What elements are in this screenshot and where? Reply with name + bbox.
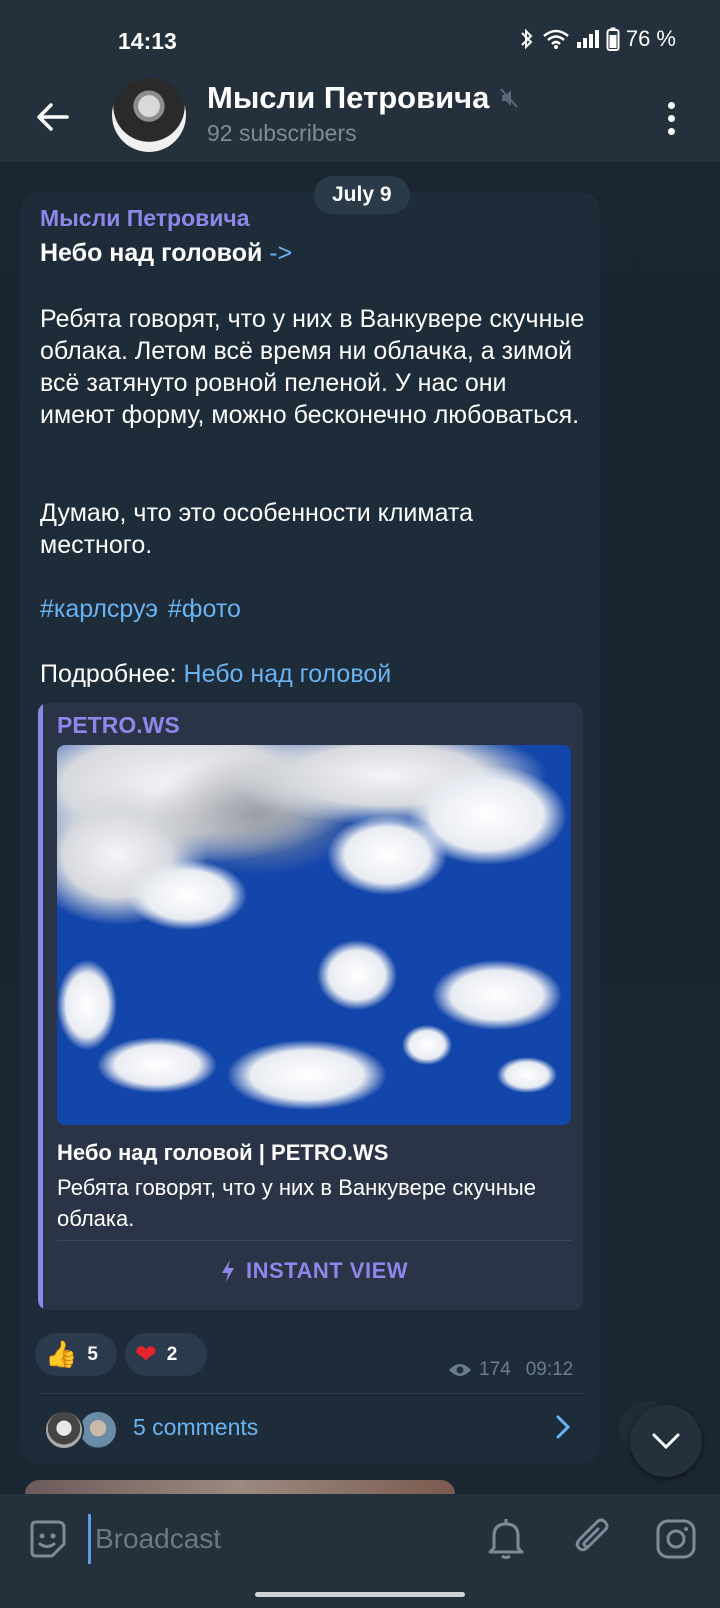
post-paragraph-2: Думаю, что это особенности климата местн… [40,499,473,559]
comments-button[interactable]: 5 comments [40,1404,585,1454]
camera-button[interactable] [655,1518,697,1565]
channel-title[interactable]: Мысли Петровича [207,80,519,116]
link-preview[interactable]: PETRO.WS Небо над головой | PETRO.WS Реб… [38,703,583,1310]
reaction-heart[interactable]: ❤ 2 [125,1333,207,1376]
thumbs-up-icon: 👍 [45,1339,78,1369]
preview-accent-bar [38,703,43,1310]
instant-view-label: INSTANT VIEW [245,1258,409,1283]
preview-divider [57,1240,571,1241]
battery-icon [606,27,620,51]
preview-title: Небо над головой | PETRO.WS [57,1140,389,1165]
chevron-down-icon [652,1433,680,1450]
post-title-arrow[interactable]: -> [269,239,292,267]
message-meta: 174 09:12 [448,1359,573,1381]
hashtags: #карлсруэ #фото [40,595,241,624]
sticker-button[interactable] [26,1518,68,1565]
more-menu-button[interactable] [656,96,686,140]
post-title: Небо над головой -> [40,239,292,268]
more-prefix: Подробнее: [40,660,184,688]
comments-label: 5 comments [133,1414,259,1440]
composer-bar [0,1494,720,1608]
next-message-preview[interactable] [25,1480,455,1494]
reaction-count: 2 [166,1343,178,1365]
status-time: 14:13 [118,28,177,54]
commenter-avatar [44,1410,84,1450]
subscriber-count: 92 subscribers [207,120,357,146]
hashtag-link[interactable]: #карлсруэ [40,595,158,624]
post-paragraph-1: Ребята говорят, что у них в Ванкувере ск… [40,305,585,429]
home-indicator[interactable] [255,1592,465,1597]
hashtag-link[interactable]: #фото [168,595,241,624]
attach-button[interactable] [573,1516,613,1565]
channel-title-text: Мысли Петровича [207,80,490,115]
reaction-count: 5 [87,1343,98,1365]
message-author[interactable]: Мысли Петровича [40,205,250,232]
date-pill: July 9 [314,176,410,214]
wifi-icon [543,29,569,49]
article-link[interactable]: Небо над головой [184,660,392,688]
preview-site-name: PETRO.WS [57,712,180,738]
message-time: 09:12 [525,1359,574,1380]
comments-divider [40,1393,585,1394]
status-icons: 76 % [518,26,676,52]
paperclip-icon [575,1518,609,1552]
back-button[interactable] [28,92,78,142]
bell-icon [488,1519,524,1559]
preview-photo[interactable] [57,745,571,1125]
sky-clouds-image [57,745,571,1125]
instant-view-button[interactable]: INSTANT VIEW [57,1243,571,1299]
reaction-thumbs-up[interactable]: 👍 5 [35,1333,117,1376]
heart-icon: ❤ [135,1339,157,1369]
chat-header: Мысли Петровича 92 subscribers [0,72,720,162]
arrow-left-icon [37,103,69,131]
more-line: Подробнее: Небо над головой [40,660,391,689]
battery-percent: 76 % [625,26,676,51]
notification-toggle-button[interactable] [487,1516,525,1565]
chevron-right-icon [556,1415,571,1439]
eye-icon [449,1364,471,1376]
view-count: 174 [479,1359,511,1380]
bluetooth-icon [521,28,533,50]
lightning-icon [221,1260,234,1282]
signal-icon [576,30,599,48]
sticker-icon [30,1520,66,1558]
scroll-to-bottom-button[interactable] [630,1405,702,1477]
preview-description: Ребята говорят, что у них в Ванкувере ск… [57,1175,536,1231]
broadcast-input[interactable] [88,1514,448,1564]
camera-icon [656,1519,696,1559]
commenter-avatar [78,1410,118,1450]
post-title-text: Небо над головой [40,239,263,267]
channel-avatar[interactable] [112,78,186,152]
status-bar: 14:13 76 % [0,0,720,72]
muted-icon [500,88,519,108]
